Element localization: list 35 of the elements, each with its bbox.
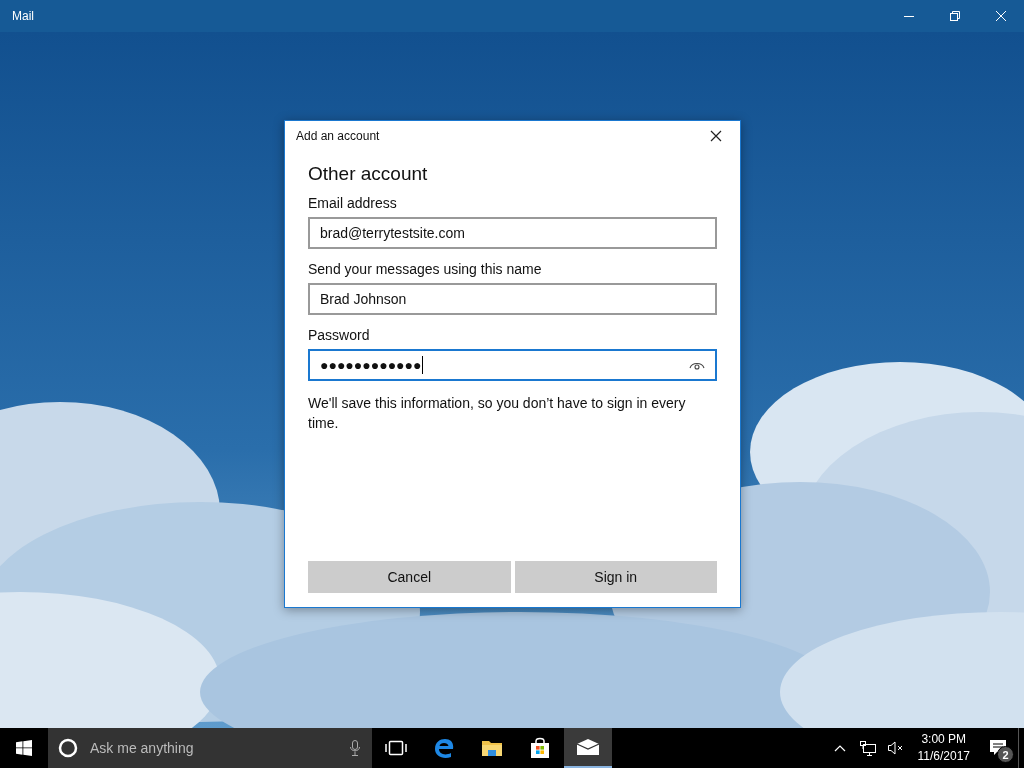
- info-text: We'll save this information, so you don’t have to sign in every time.: [308, 394, 687, 433]
- microphone-icon[interactable]: [350, 740, 360, 756]
- envelope-icon: [576, 738, 600, 756]
- folder-icon: [481, 738, 503, 758]
- browser-e-icon: [433, 737, 455, 759]
- dialog-button[interactable]: Cancel: [308, 561, 511, 593]
- task-view-icon: [385, 740, 407, 756]
- dialog-button[interactable]: Sign in: [514, 561, 717, 593]
- field-label: Send your messages using this name: [308, 261, 543, 277]
- circle-icon: [58, 738, 78, 758]
- search-box[interactable]: Ask me anything: [48, 728, 372, 768]
- chevron-up-icon: [833, 744, 846, 752]
- restore-icon: [949, 10, 961, 22]
- notification-count: 2: [997, 746, 1014, 763]
- search-field[interactable]: Ask me anything: [88, 739, 340, 757]
- taskbar-app-button[interactable]: [564, 728, 612, 768]
- dialog-title: Add an account: [296, 129, 381, 143]
- action-center-button[interactable]: 2: [978, 728, 1018, 768]
- window-title: Mail: [11, 9, 35, 23]
- date-text: 11/6/2017: [917, 748, 970, 765]
- muted-speaker-icon: [886, 741, 905, 755]
- field-label: Email address: [308, 195, 398, 211]
- clock[interactable]: 3:00 PM 11/6/2017: [909, 731, 978, 765]
- input-field[interactable]: Brad Johnson: [308, 283, 717, 315]
- shopping-bag-icon: [530, 737, 550, 759]
- input-field[interactable]: ●●●●●●●●●●●●: [308, 349, 717, 381]
- close-icon: [995, 10, 1007, 22]
- field-label: Password: [308, 327, 371, 343]
- dialog-heading: Other account: [308, 163, 429, 185]
- reveal-password-icon[interactable]: [689, 360, 705, 370]
- input-field[interactable]: brad@terrytestsite.com: [308, 217, 717, 249]
- time-text: 3:00 PM: [921, 731, 967, 748]
- close-icon: [710, 130, 722, 142]
- windows-icon: [16, 740, 32, 756]
- network-icon: [858, 740, 877, 756]
